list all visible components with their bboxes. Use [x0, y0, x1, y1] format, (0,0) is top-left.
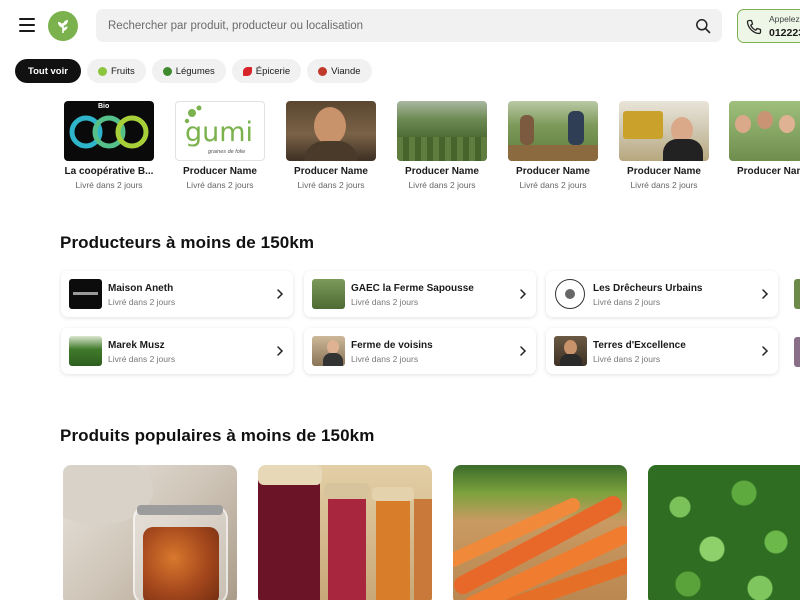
chip-epicerie[interactable]: Épicerie: [231, 59, 302, 83]
producer-thumb: [312, 336, 345, 366]
section-title-producers: Producteurs à moins de 150km: [60, 233, 315, 252]
producer-delivery: Livré dans 2 jours: [108, 354, 176, 364]
producer-list-item-peek[interactable]: [794, 279, 800, 309]
producer-logo-gumi: gumi graines de folie: [175, 101, 265, 161]
section-title-products: Produits populaires à moins de 150km: [60, 426, 375, 445]
producer-card[interactable]: Bio La coopérative B... Livré dans 2 jou…: [63, 101, 155, 190]
chip-label: Tout voir: [28, 65, 68, 77]
chip-viande[interactable]: Viande: [307, 59, 372, 83]
producer-thumb: [312, 279, 345, 309]
brand-logo-icon[interactable]: [48, 11, 78, 41]
chevron-right-icon: [520, 346, 527, 356]
producer-name: GAEC la Ferme Sapousse: [351, 283, 474, 294]
chip-label: Viande: [331, 65, 361, 77]
chip-legumes[interactable]: Légumes: [151, 59, 226, 83]
chip-label: Légumes: [175, 65, 215, 77]
producer-name: Producer Name: [294, 166, 368, 177]
producer-card[interactable]: Producer Name Livré dans 2 jours: [396, 101, 488, 190]
search-input[interactable]: [108, 9, 678, 42]
chevron-right-icon: [762, 289, 769, 299]
call-number: 01222333: [769, 27, 800, 39]
producer-delivery: Livré dans 2 jours: [593, 297, 661, 307]
producer-delivery: Livré dans 2 jours: [351, 354, 419, 364]
producer-delivery: Livré dans 2 jours: [408, 180, 476, 190]
top-bar: Appelez- 01222333: [0, 0, 800, 52]
chevron-right-icon: [277, 346, 284, 356]
chevron-right-icon: [520, 289, 527, 299]
producer-delivery: Livré dans 2 jours: [297, 180, 365, 190]
chip-label: Épicerie: [255, 65, 291, 77]
chip-tout-voir[interactable]: Tout voir: [15, 59, 81, 83]
producer-name: Producer Nam: [737, 166, 800, 177]
producer-carousel: Bio La coopérative B... Livré dans 2 jou…: [63, 101, 800, 196]
phone-icon: [746, 19, 762, 35]
producer-list-item[interactable]: Les Drêcheurs Urbains Livré dans 2 jours: [546, 271, 778, 317]
producer-thumb: [554, 279, 587, 309]
producer-name: Producer Name: [405, 166, 479, 177]
producer-photo: [397, 101, 487, 161]
hamburger-menu-icon[interactable]: [14, 14, 40, 36]
producer-list-item[interactable]: GAEC la Ferme Sapousse Livré dans 2 jour…: [304, 271, 536, 317]
product-card-carrots[interactable]: [453, 465, 627, 600]
producer-photo: [729, 101, 800, 161]
search-bar: [96, 9, 722, 42]
category-filter-bar: Tout voir Fruits Légumes Épicerie Viande: [15, 59, 372, 83]
chip-fruits[interactable]: Fruits: [86, 59, 146, 83]
chili-pepper-icon: [242, 66, 252, 76]
producer-list-item[interactable]: Ferme de voisins Livré dans 2 jours: [304, 328, 536, 374]
producer-card[interactable]: gumi graines de folie Producer Name Livr…: [174, 101, 266, 190]
producer-card[interactable]: Producer Name Livré dans 2 jours: [618, 101, 710, 190]
producer-name: Producer Name: [183, 166, 257, 177]
producer-name: Terres d'Excellence: [593, 340, 686, 351]
producer-delivery: Livré dans 2 jours: [351, 297, 419, 307]
producer-logo-coop: Bio: [64, 101, 154, 161]
producer-name: Marek Musz: [108, 340, 165, 351]
producer-card[interactable]: Producer Name Livré dans 2 jours: [285, 101, 377, 190]
logo-text: gumi: [185, 117, 254, 148]
call-button[interactable]: Appelez- 01222333: [737, 9, 800, 43]
producer-delivery: Livré dans 2 jours: [519, 180, 587, 190]
producer-list-item[interactable]: Terres d'Excellence Livré dans 2 jours: [546, 328, 778, 374]
chevron-right-icon: [762, 346, 769, 356]
producer-delivery: Livré dans 2 jours: [75, 180, 143, 190]
producer-delivery: Livré dans 2 jours: [630, 180, 698, 190]
producer-name: Producer Name: [516, 166, 590, 177]
producer-photo: [619, 101, 709, 161]
producer-photo: [508, 101, 598, 161]
chevron-right-icon: [277, 289, 284, 299]
producer-delivery: Livré dans 2 jours: [186, 180, 254, 190]
producer-delivery: Livré dans 2 jours: [593, 354, 661, 364]
call-label: Appelez-: [769, 14, 800, 24]
producer-thumb: [69, 279, 102, 309]
producer-name: La coopérative B...: [64, 166, 154, 177]
producer-thumb: [554, 336, 587, 366]
product-card-greens[interactable]: [648, 465, 800, 600]
chip-label: Fruits: [110, 65, 135, 77]
producer-thumb: [69, 336, 102, 366]
producer-name: Les Drêcheurs Urbains: [593, 283, 703, 294]
green-apple-icon: [97, 66, 107, 76]
producer-card[interactable]: Producer Nam: [729, 101, 800, 177]
broccoli-icon: [162, 66, 172, 76]
product-card-jam-jars[interactable]: [258, 465, 432, 600]
producer-delivery: Livré dans 2 jours: [108, 297, 176, 307]
producer-name: Producer Name: [627, 166, 701, 177]
meat-icon: [318, 66, 328, 76]
producer-list-item[interactable]: Marek Musz Livré dans 2 jours: [61, 328, 293, 374]
search-icon[interactable]: [695, 18, 711, 34]
producer-name: Maison Aneth: [108, 283, 174, 294]
producer-name: Ferme de voisins: [351, 340, 433, 351]
producer-card[interactable]: Producer Name Livré dans 2 jours: [507, 101, 599, 190]
producer-photo: [286, 101, 376, 161]
logo-subtext: graines de folie: [208, 149, 246, 155]
producer-list-item-peek[interactable]: [794, 337, 800, 367]
producer-list-item[interactable]: Maison Aneth Livré dans 2 jours: [61, 271, 293, 317]
product-card-jam-jar[interactable]: [63, 465, 237, 600]
